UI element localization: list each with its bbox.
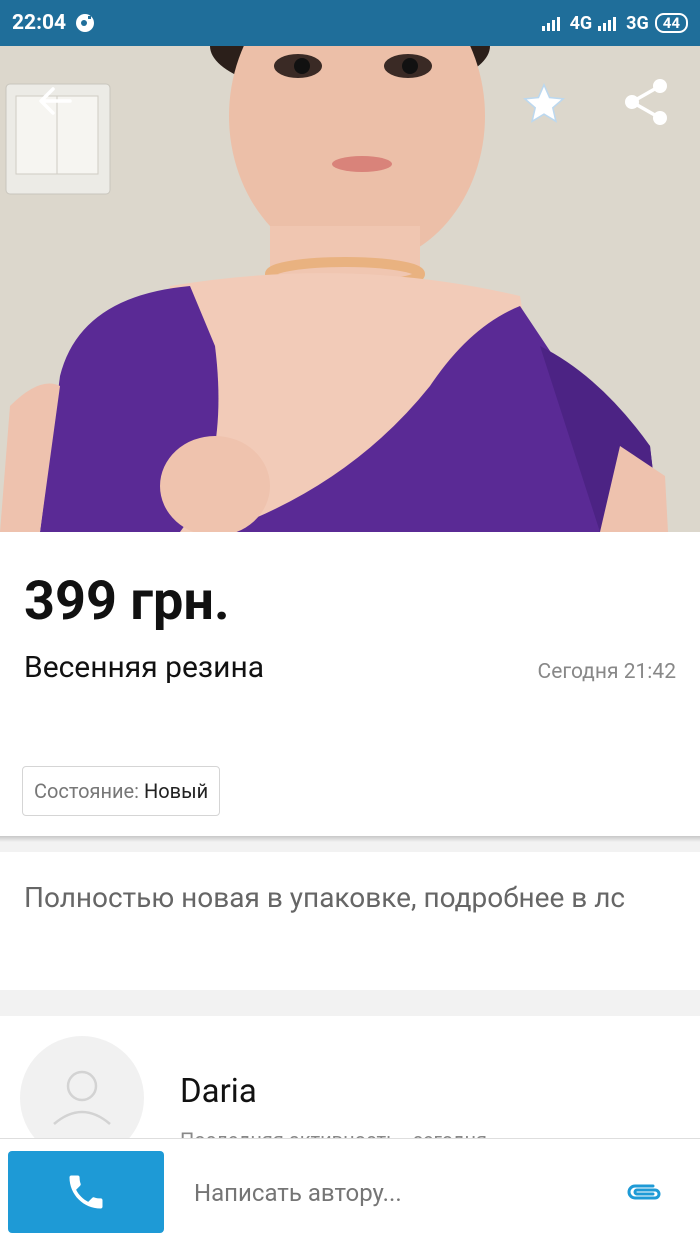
signal-icon-2 [598, 15, 620, 31]
bottom-action-bar [0, 1138, 700, 1244]
call-button[interactable] [8, 1151, 164, 1233]
arrow-left-icon [39, 87, 72, 115]
product-photo [0, 46, 700, 532]
listing-title: Весенняя резина [24, 650, 265, 685]
battery-indicator: 44 [654, 13, 688, 33]
status-time: 22:04 [12, 11, 67, 35]
share-icon [625, 79, 667, 125]
status-bar: 22:04 4G 3G 44 [0, 0, 700, 46]
message-input[interactable] [194, 1179, 594, 1207]
listing-price: 399 грн. [24, 570, 230, 633]
listing-photo[interactable] [0, 46, 700, 532]
share-button[interactable] [618, 74, 674, 130]
condition-value: Новый [143, 779, 209, 803]
listing-info-card: 399 грн. Весенняя резина Сегодня 21:42 С… [0, 532, 700, 836]
card-divider [0, 836, 700, 842]
favorite-button[interactable] [516, 76, 572, 132]
condition-label: Состояние: [34, 779, 140, 803]
notification-icon [76, 14, 95, 32]
star-icon [522, 82, 566, 123]
listing-date: Сегодня 21:42 [537, 660, 676, 684]
paperclip-icon [627, 1184, 661, 1200]
seller-card[interactable]: Daria Последняя активность - сегодня [0, 1016, 700, 1160]
signal-icon [541, 15, 564, 31]
attach-button[interactable] [622, 1177, 666, 1207]
description-card: Полностью новая в упаковке, подробнее в … [0, 852, 700, 990]
seller-name[interactable]: Daria [180, 1072, 257, 1111]
description-text: Полностью новая в упаковке, подробнее в … [24, 881, 626, 914]
listing-screen: 22:04 4G 3G 44 399 грн. Весенняя резина … [0, 0, 700, 1244]
network-label-4g: 4G [569, 12, 593, 34]
phone-icon [69, 1175, 103, 1209]
back-button[interactable] [30, 76, 80, 126]
network-label-3g: 3G [626, 12, 649, 34]
condition-tag: Состояние: Новый [22, 766, 221, 816]
user-icon [53, 1070, 111, 1125]
